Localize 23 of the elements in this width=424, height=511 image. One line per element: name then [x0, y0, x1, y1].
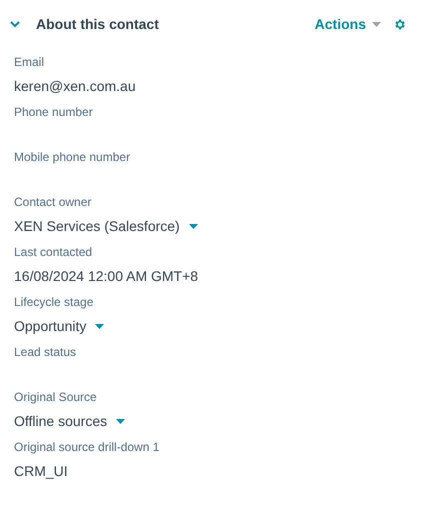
field-label: Phone number	[14, 104, 94, 120]
caret-icon	[372, 22, 381, 26]
actions-button[interactable]: Actions	[314, 14, 381, 34]
field-value: 16/08/2024 12:00 AM GMT+8	[14, 267, 200, 286]
field-dropdown[interactable]: Opportunity	[14, 316, 104, 336]
field-label: Original source drill-down 1	[14, 439, 160, 455]
field-label: Lifecycle stage	[14, 294, 94, 310]
field-dropdown[interactable]: XEN Services (Salesforce)	[14, 216, 198, 236]
field-label: Contact owner	[14, 194, 92, 210]
field-value: CRM_UI	[14, 462, 69, 481]
caret-icon	[116, 418, 126, 424]
field-value: keren@xen.com.au	[14, 77, 137, 96]
chevron-icon[interactable]	[10, 20, 20, 28]
field-dropdown[interactable]: Offline sources	[14, 411, 126, 431]
caret-icon	[95, 324, 104, 328]
field-label: Original Source	[14, 389, 98, 405]
field-label: Last contacted	[14, 244, 94, 260]
field-label: Mobile phone number	[14, 149, 132, 165]
settings-icon[interactable]	[393, 18, 406, 30]
caret-icon	[188, 224, 198, 228]
field-label: Email	[14, 54, 46, 70]
section-title: About this contact	[36, 14, 159, 34]
field-label: Lead status	[14, 344, 78, 360]
